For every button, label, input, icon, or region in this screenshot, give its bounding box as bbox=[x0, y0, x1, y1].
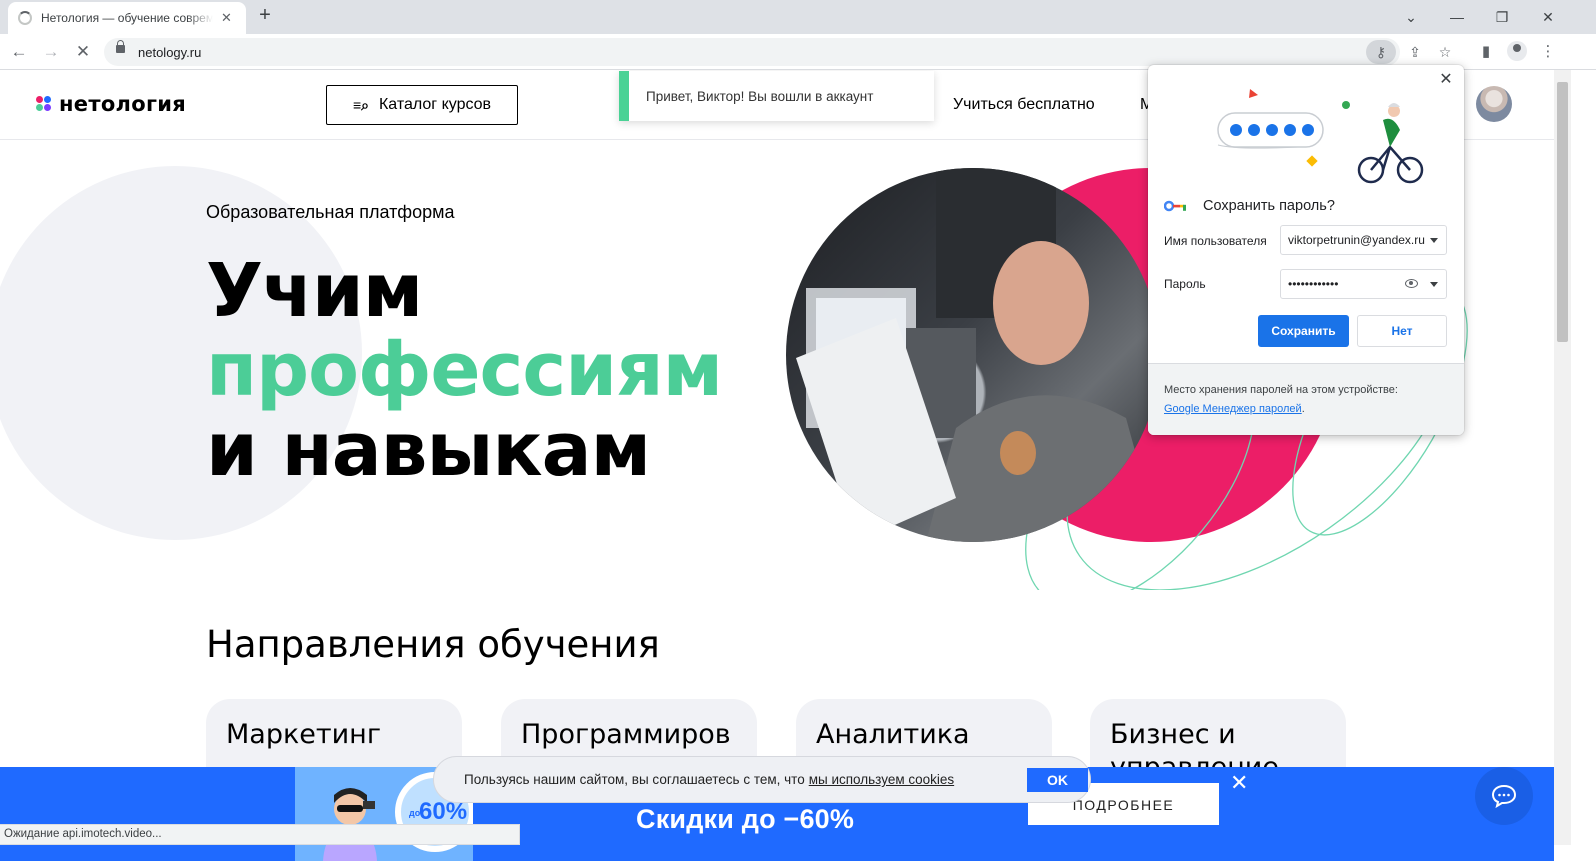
cookie-link[interactable]: мы используем cookies bbox=[809, 772, 954, 787]
login-toast: Привет, Виктор! Вы вошли в аккаунт bbox=[619, 71, 934, 121]
direction-card-label: Маркетинг bbox=[226, 719, 382, 750]
restore-button[interactable]: ❐ bbox=[1489, 4, 1515, 30]
back-button[interactable]: ← bbox=[6, 39, 32, 65]
cookie-notice: Пользуясь нашим сайтом, вы соглашаетесь … bbox=[433, 756, 1091, 803]
password-manager-link[interactable]: Google Менеджер паролей bbox=[1164, 403, 1302, 415]
cookie-ok-button[interactable]: OK bbox=[1027, 768, 1088, 792]
url-text[interactable]: netology.ru bbox=[138, 45, 201, 60]
forward-button[interactable]: → bbox=[38, 39, 64, 65]
password-value: •••••••••••• bbox=[1288, 277, 1339, 291]
chevron-down-icon bbox=[1430, 238, 1438, 243]
tab-title: Нетология — обучение современным професс… bbox=[41, 11, 213, 25]
logo-dots-icon bbox=[36, 96, 52, 112]
toast-text: Привет, Виктор! Вы вошли в аккаунт bbox=[646, 89, 874, 104]
hero-title-line-2: профессиям bbox=[206, 327, 723, 413]
dialog-footer: Место хранения паролей на этом устройств… bbox=[1148, 363, 1464, 435]
username-label: Имя пользователя bbox=[1164, 234, 1267, 248]
chat-bubble-icon bbox=[1491, 784, 1517, 808]
promo-close-icon[interactable]: ✕ bbox=[1230, 770, 1248, 796]
netology-logo[interactable]: нетология bbox=[36, 92, 186, 116]
key-icon[interactable]: ⚷ bbox=[1366, 40, 1396, 64]
user-avatar[interactable] bbox=[1476, 86, 1512, 122]
loading-spinner-icon bbox=[18, 11, 32, 25]
footer-text: Место хранения паролей на этом устройств… bbox=[1164, 384, 1398, 396]
hero-photo bbox=[786, 168, 1160, 542]
tab-strip: Нетология — обучение современным професс… bbox=[0, 0, 1596, 34]
logo-text: нетология bbox=[59, 92, 187, 116]
username-value: viktorpetrunin@yandex.ru bbox=[1288, 233, 1425, 247]
side-panel-icon[interactable]: ▮ bbox=[1475, 41, 1497, 63]
hero-title-line-3: и навыкам bbox=[206, 407, 651, 493]
eye-icon[interactable] bbox=[1405, 279, 1418, 288]
password-label: Пароль bbox=[1164, 277, 1206, 291]
tab-search-icon[interactable]: ⌄ bbox=[1398, 4, 1424, 30]
save-password-button[interactable]: Сохранить bbox=[1258, 315, 1349, 347]
bookmark-star-icon[interactable]: ☆ bbox=[1432, 40, 1458, 64]
catalog-label: Каталог курсов bbox=[378, 96, 492, 113]
hero-subtitle: Образовательная платформа bbox=[206, 202, 455, 222]
password-illustration bbox=[1217, 89, 1424, 184]
menu-dots-icon[interactable]: ⋮ bbox=[1537, 41, 1559, 63]
profile-avatar-icon[interactable] bbox=[1507, 41, 1527, 61]
minimize-button[interactable]: — bbox=[1444, 4, 1470, 30]
close-icon[interactable]: ✕ bbox=[1437, 71, 1455, 89]
promo-headline: Скидки до −60% bbox=[636, 804, 855, 834]
lock-icon[interactable] bbox=[116, 40, 125, 53]
address-bar[interactable]: netology.ru ⚷ ⇪ ☆ bbox=[104, 38, 1451, 66]
browser-tab[interactable]: Нетология — обучение современным професс… bbox=[8, 2, 246, 34]
direction-card-label: Аналитика bbox=[816, 719, 970, 750]
dialog-title: Сохранить пароль? bbox=[1203, 198, 1335, 214]
direction-card-label: Программиров bbox=[521, 719, 731, 750]
password-field[interactable]: •••••••••••• bbox=[1280, 269, 1447, 299]
close-tab-icon[interactable]: ✕ bbox=[221, 10, 232, 26]
footer-suffix: . bbox=[1301, 403, 1305, 415]
page-scrollbar[interactable] bbox=[1554, 70, 1571, 845]
stop-loading-button[interactable]: ✕ bbox=[70, 39, 96, 65]
nav-learn-free[interactable]: Учиться бесплатно bbox=[953, 96, 1095, 114]
hero-title-line-1: Учим bbox=[206, 248, 423, 334]
scrollbar-thumb[interactable] bbox=[1557, 82, 1568, 342]
save-password-dialog: ✕ Сохранить пароль? Имя пользователя vik… bbox=[1148, 65, 1464, 435]
catalog-search-icon: ≡⌕ bbox=[352, 96, 369, 113]
username-select[interactable]: viktorpetrunin@yandex.ru bbox=[1280, 225, 1447, 255]
promo-character-image bbox=[323, 788, 377, 861]
new-tab-button[interactable]: + bbox=[254, 5, 276, 27]
cookie-text: Пользуясь нашим сайтом, вы соглашаетесь … bbox=[464, 772, 805, 787]
directions-title: Направления обучения bbox=[206, 623, 660, 666]
window-gutter bbox=[1571, 70, 1596, 861]
close-window-button[interactable]: ✕ bbox=[1535, 4, 1561, 30]
chat-button[interactable] bbox=[1475, 767, 1533, 825]
google-key-icon bbox=[1164, 200, 1186, 212]
status-bar: Ожидание api.imotech.video... bbox=[0, 824, 520, 845]
catalog-button[interactable]: ≡⌕ Каталог курсов bbox=[326, 85, 518, 125]
hero-photo-illustration bbox=[796, 168, 1160, 542]
share-icon[interactable]: ⇪ bbox=[1402, 40, 1428, 64]
never-button[interactable]: Нет bbox=[1357, 315, 1447, 347]
chevron-down-icon[interactable] bbox=[1430, 282, 1438, 287]
